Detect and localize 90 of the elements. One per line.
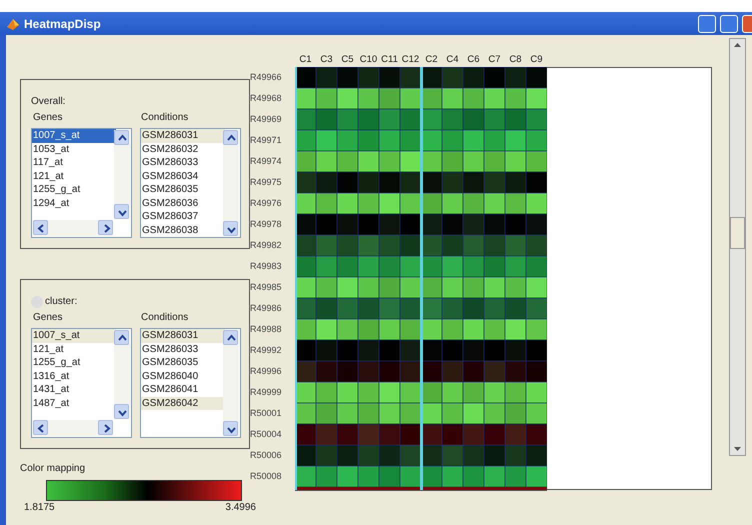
row-label: R49988 (250, 323, 283, 336)
column-heading: Genes (32, 111, 64, 125)
list-box[interactable]: 1007_s_at 1053_at 117_at 121_at 1255_g_at 1294_at (31, 128, 132, 238)
list-item[interactable]: GSM286041 (141, 383, 225, 396)
list-item[interactable]: GSM286037 (141, 210, 225, 224)
column-heading: Conditions (141, 311, 188, 325)
scroll-up-icon[interactable] (114, 130, 129, 145)
scale-max-label: 3.4996 (225, 502, 256, 514)
scroll-down-icon[interactable] (223, 221, 238, 236)
group-label: Overall: (31, 95, 66, 109)
row-label: R49971 (250, 134, 283, 147)
list-item[interactable]: 1255_g_at (32, 356, 116, 370)
scroll-down-icon[interactable] (223, 421, 238, 436)
list-item[interactable]: GSM286035 (141, 356, 225, 370)
app-icon (6, 16, 20, 30)
list-item[interactable]: GSM286031 (141, 329, 225, 342)
row-label: R49983 (250, 260, 283, 273)
list-item[interactable]: GSM286035 (141, 183, 225, 196)
scroll-up-icon[interactable] (223, 130, 238, 145)
column-heading: Conditions (141, 111, 188, 125)
column-label: C11 (380, 53, 399, 67)
scroll-left-icon[interactable] (33, 420, 48, 435)
list-item[interactable]: 1487_at (32, 396, 116, 410)
list-item[interactable]: GSM286031 (141, 129, 225, 142)
list-box[interactable]: GSM286031 GSM286033 GSM286035 GSM286040 GSM286041 GSM286042 (140, 328, 241, 438)
column-label: C5 (340, 53, 355, 67)
row-label: R49975 (250, 176, 283, 189)
list-item[interactable]: 1007_s_at (32, 329, 116, 342)
row-label: R49985 (250, 281, 283, 294)
scale-min-label: 1.8175 (24, 502, 55, 514)
scroll-up-icon[interactable] (114, 330, 129, 345)
minimize-button[interactable] (698, 14, 716, 32)
scroll-down-icon[interactable] (114, 204, 129, 219)
list-item[interactable]: 121_at (32, 170, 116, 183)
row-label: R50001 (250, 407, 283, 420)
scroll-left-icon[interactable] (33, 220, 48, 235)
list-item[interactable]: 117_at (32, 156, 116, 170)
column-label: C12 (400, 53, 420, 67)
row-label: R49969 (250, 113, 283, 126)
row-label: R49974 (250, 155, 283, 168)
list-box[interactable]: 1007_s_at 121_at 1255_g_at 1316_at 1431_at 1487_at (31, 328, 132, 438)
list-item[interactable]: 1255_g_at (32, 183, 116, 196)
list-box[interactable]: GSM286031 GSM286032 GSM286033 GSM286034 GSM286035 GSM286036 GSM286037 GSM286038 (140, 128, 241, 238)
scroll-down-icon[interactable] (114, 404, 129, 419)
list-item[interactable]: GSM286033 (141, 342, 225, 356)
list-item[interactable]: GSM286036 (141, 196, 225, 210)
list-item[interactable]: GSM286032 (141, 142, 225, 156)
row-label: R50008 (250, 470, 283, 483)
row-label: R49978 (250, 218, 283, 231)
list-item[interactable]: 1007_s_at (32, 129, 116, 142)
row-label: R49966 (250, 71, 283, 84)
column-label: C3 (319, 53, 334, 67)
list-item[interactable]: 1316_at (32, 370, 116, 383)
column-label: C6 (466, 53, 481, 67)
row-label: R49999 (250, 386, 283, 399)
list-item[interactable]: GSM286040 (141, 370, 225, 383)
list-item[interactable]: GSM286033 (141, 156, 225, 170)
close-button[interactable] (742, 14, 752, 32)
column-label: C1 (298, 53, 313, 67)
row-label: R49982 (250, 239, 283, 252)
row-label: R50004 (250, 428, 283, 441)
list-item[interactable]: 1053_at (32, 142, 116, 156)
row-label: R49992 (250, 344, 283, 357)
column-label: C9 (529, 53, 544, 67)
vertical-scrollbar[interactable] (729, 38, 746, 456)
column-label: C7 (487, 53, 502, 67)
row-label: R49986 (250, 302, 283, 315)
scroll-right-icon[interactable] (98, 420, 113, 435)
row-label: R50006 (250, 449, 283, 462)
window-title: HeatmapDisp (24, 16, 101, 32)
row-label: R49968 (250, 92, 283, 105)
group-label: cluster: (45, 295, 78, 309)
list-item[interactable]: 1294_at (32, 196, 116, 210)
list-item[interactable]: GSM286038 (141, 224, 225, 237)
column-label: C10 (358, 53, 378, 67)
scroll-thumb[interactable] (730, 217, 745, 249)
column-heading: Genes (32, 311, 64, 325)
list-item[interactable]: GSM286034 (141, 170, 225, 183)
column-label: C8 (508, 53, 523, 67)
list-item[interactable]: 1431_at (32, 383, 116, 396)
color-mapping-label: Color mapping (20, 463, 86, 474)
maximize-button[interactable] (720, 14, 738, 32)
list-item[interactable]: 121_at (32, 342, 116, 356)
column-label: C2 (424, 53, 439, 67)
column-label: C4 (445, 53, 460, 67)
list-item[interactable]: GSM286042 (141, 396, 225, 410)
scroll-right-icon[interactable] (98, 220, 113, 235)
row-label: R49996 (250, 365, 283, 378)
row-label: R49976 (250, 197, 283, 210)
scroll-up-icon[interactable] (223, 330, 238, 345)
